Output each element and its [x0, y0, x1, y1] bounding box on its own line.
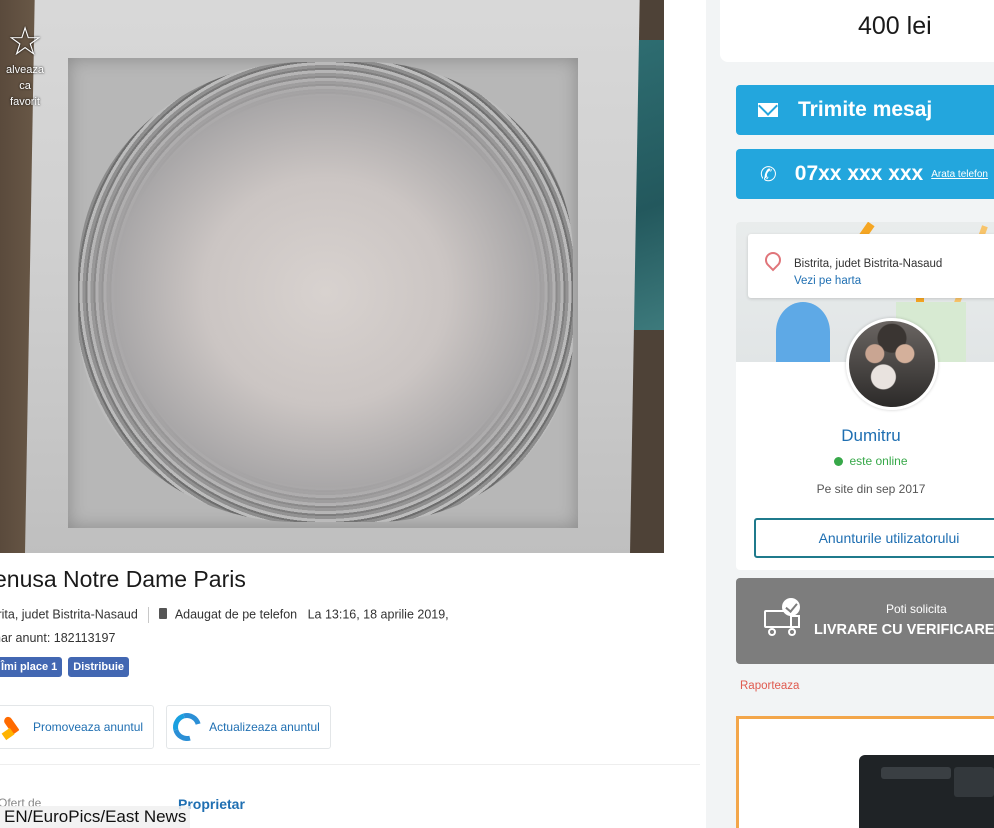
delivery-banner[interactable]: Poti solicita LIVRARE CU VERIFICARE: [736, 578, 994, 664]
map-pin-icon: [761, 248, 785, 272]
promoted-ad-card[interactable]: [736, 716, 994, 828]
photo-ash-pile: [78, 62, 573, 522]
send-message-button[interactable]: Trimite mesaj: [736, 85, 994, 135]
listing-location: trita, judet Bistrita-Nasaud: [0, 607, 138, 622]
seller-sidebar: 400 lei Trimite mesaj ✆ 07xx xxx xxx Ara…: [706, 0, 994, 828]
listing-photo[interactable]: ☆ alveaza ca favorit: [0, 0, 664, 553]
photo-credit-watermark: EN/EuroPics/East News: [0, 806, 191, 828]
promote-ad-button[interactable]: Promoveaza anuntul: [0, 705, 155, 749]
section-divider: [0, 764, 700, 765]
price-box: 400 lei: [720, 0, 994, 62]
refresh-ad-label: Actualizeaza anuntul: [209, 720, 320, 734]
refresh-ad-button[interactable]: Actualizeaza anuntul: [166, 705, 331, 749]
seller-name[interactable]: Dumitru: [736, 426, 994, 446]
mobile-phone-icon: [158, 608, 167, 620]
avatar[interactable]: [846, 318, 938, 410]
rocket-icon: [3, 714, 25, 740]
added-from-phone: Adaugat de pe telefon: [174, 607, 298, 622]
send-message-label: Trimite mesaj: [798, 98, 933, 121]
delivery-small-text: Poti solicita: [886, 602, 947, 616]
promoted-ad-image: [859, 755, 994, 828]
view-on-map-link[interactable]: Vezi pe harta: [794, 275, 861, 287]
promote-ad-label: Promoveaza anuntul: [33, 720, 144, 734]
star-icon: ☆: [7, 20, 43, 64]
delivery-big-text: LIVRARE CU VERIFICARE: [814, 622, 994, 638]
social-buttons: Îmi place 1 Distribuie: [0, 657, 129, 677]
delivery-truck-icon: [754, 598, 802, 638]
report-link[interactable]: Raporteaza: [740, 680, 799, 692]
price: 400 lei: [858, 12, 932, 40]
seller-card: Bistrita, judet Bistrita-Nasaud Vezi pe …: [736, 222, 994, 570]
map-water: [776, 302, 830, 362]
show-phone-link[interactable]: Arata telefon: [931, 169, 988, 180]
favorite-label-line1: alveaza ca: [6, 64, 44, 92]
listing-actions: Promoveaza anuntul Actualizeaza anuntul: [0, 705, 331, 749]
online-status-label: este online: [849, 454, 908, 468]
phone-icon: ✆: [760, 163, 777, 186]
favorite-button[interactable]: ☆ alveaza ca favorit: [0, 22, 50, 110]
envelope-icon: [758, 103, 778, 117]
listing-title: enusa Notre Dame Paris: [0, 566, 246, 592]
online-dot-icon: [834, 457, 844, 466]
phone-number: 07xx xxx xxx: [794, 162, 924, 185]
seller-location: Bistrita, judet Bistrita-Nasaud: [794, 258, 943, 270]
ad-number: nar anunt: 182113197: [0, 631, 116, 645]
listing-meta: trita, judet Bistrita-Nasaud Adaugat de p…: [0, 607, 449, 623]
phone-button[interactable]: ✆ 07xx xxx xxx Arata telefon: [736, 149, 994, 199]
facebook-like-button[interactable]: Îmi place 1: [0, 657, 63, 677]
favorite-label-line2: favorit: [10, 96, 40, 108]
location-pill: Bistrita, judet Bistrita-Nasaud Vezi pe …: [748, 234, 994, 298]
meta-divider: [147, 607, 149, 623]
refresh-icon: [167, 707, 207, 747]
posted-date: La 13:16, 18 aprilie 2019,: [307, 607, 449, 622]
member-since: Pe site din sep 2017: [816, 482, 926, 496]
user-ads-button[interactable]: Anunturile utilizatorului: [754, 518, 994, 558]
facebook-share-button[interactable]: Distribuie: [68, 657, 129, 677]
online-status: este online: [736, 454, 994, 468]
